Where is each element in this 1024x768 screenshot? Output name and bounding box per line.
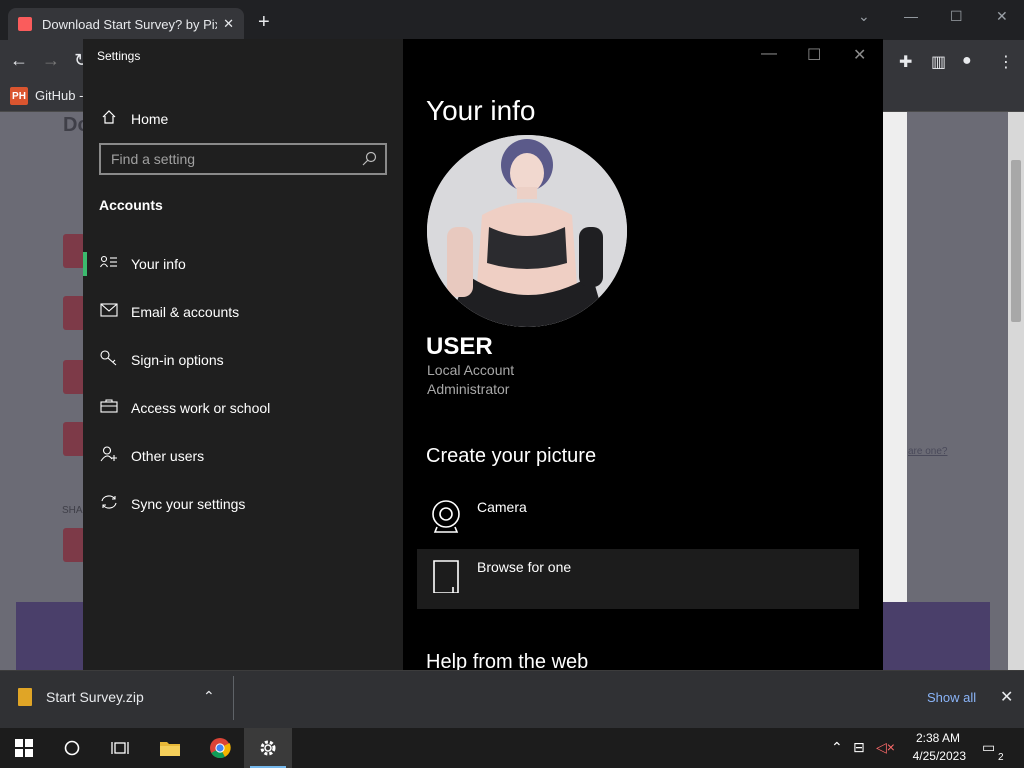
webpage-button[interactable] [63, 360, 85, 394]
settings-maximize-icon[interactable]: ☐ [807, 45, 821, 65]
sidebar-section-accounts: Accounts [99, 197, 163, 213]
webpage-right-panel [883, 112, 907, 670]
volume-muted-icon[interactable]: ◁× [876, 739, 895, 756]
settings-search[interactable] [99, 143, 387, 175]
browse-label: Browse for one [477, 559, 572, 575]
tab-title: Download Start Survey? by Pix [42, 16, 218, 32]
side-panel-icon[interactable]: ▥ [931, 52, 946, 72]
profile-avatar-icon[interactable]: ● [962, 52, 972, 70]
back-arrow-icon[interactable]: ← [10, 50, 28, 71]
webpage-link[interactable]: are one? [908, 446, 947, 457]
search-icon[interactable] [361, 151, 377, 167]
briefcase-icon [99, 398, 119, 418]
cortana-circle-icon[interactable] [48, 728, 96, 768]
forward-arrow-icon[interactable]: → [42, 50, 60, 71]
home-icon [99, 109, 119, 130]
sidebar-item-email-accounts[interactable]: Email & accounts [83, 292, 403, 332]
chevron-up-icon[interactable]: ⌃ [203, 688, 215, 705]
avatar [427, 135, 627, 327]
sidebar-item-label: Email & accounts [131, 304, 240, 320]
mail-icon [99, 302, 119, 322]
sidebar-item-other-users[interactable]: Other users [83, 436, 403, 476]
sidebar-item-label: Your info [131, 256, 186, 272]
tray-chevron-up-icon[interactable]: ⌃ [831, 739, 843, 756]
download-divider [233, 676, 234, 720]
webpage-scroll-thumb[interactable] [1011, 160, 1021, 322]
sidebar-item-label: Sign-in options [131, 352, 224, 368]
settings-gear-icon[interactable] [244, 728, 292, 768]
account-role: Administrator [427, 381, 510, 397]
help-heading: Help from the web [426, 651, 589, 670]
person-card-icon [99, 255, 119, 274]
sync-icon [99, 494, 119, 515]
zip-file-icon [18, 688, 32, 706]
page-title: Your info [426, 95, 536, 126]
tab-search-chevron-icon[interactable]: ⌄ [858, 8, 870, 25]
settings-window-title: Settings [97, 49, 141, 63]
settings-window: Settings Home Accounts Your info [83, 39, 883, 670]
sidebar-item-label: Sync your settings [131, 496, 246, 512]
browser-menu-icon[interactable]: ⋮ [998, 52, 1014, 72]
start-windows-icon[interactable] [0, 728, 48, 768]
camera-option[interactable]: Camera [417, 489, 859, 549]
itch-favicon-icon [18, 17, 32, 31]
browser-tab[interactable]: Download Start Survey? by Pix ✕ [8, 8, 244, 40]
create-picture-heading: Create your picture [426, 445, 597, 467]
producthunt-bookmark-icon: PH [10, 87, 28, 105]
key-icon [99, 349, 119, 371]
sidebar-item-sign-in-options[interactable]: Sign-in options [83, 340, 403, 380]
notification-count-badge: 2 [998, 752, 1004, 763]
sidebar-item-sync-settings[interactable]: Sync your settings [83, 484, 403, 524]
download-file-name[interactable]: Start Survey.zip [46, 689, 144, 705]
tab-close-icon[interactable]: ✕ [223, 16, 234, 32]
settings-search-input[interactable] [109, 150, 361, 168]
document-icon [433, 560, 459, 593]
account-type: Local Account [427, 362, 515, 378]
sidebar-item-home[interactable]: Home [83, 99, 403, 139]
new-tab-icon[interactable]: + [258, 12, 270, 32]
webpage-button[interactable] [63, 234, 85, 268]
sidebar-item-your-info[interactable]: Your info [83, 244, 403, 284]
task-view-icon[interactable] [96, 728, 144, 768]
webpage-button[interactable] [63, 528, 85, 562]
sidebar-item-label: Home [131, 111, 169, 127]
settings-content: — ☐ ✕ Your info USER Local Account Admin… [403, 39, 883, 670]
notification-center-icon[interactable]: ▭ [982, 739, 995, 756]
clock-date[interactable]: 4/25/2023 [900, 749, 966, 763]
sidebar-item-access-work[interactable]: Access work or school [83, 388, 403, 428]
webpage-button[interactable] [63, 296, 85, 330]
settings-minimize-icon[interactable]: — [761, 45, 777, 63]
file-explorer-icon[interactable] [146, 728, 194, 768]
camera-icon [432, 500, 460, 533]
settings-sidebar: Settings Home Accounts Your info [83, 39, 403, 670]
webpage-button[interactable] [63, 422, 85, 456]
browser-maximize-icon[interactable]: ☐ [950, 8, 963, 25]
add-person-icon [99, 445, 119, 467]
camera-label: Camera [477, 499, 527, 515]
browse-option[interactable]: Browse for one [417, 549, 859, 609]
network-icon[interactable]: ⊟ [853, 739, 865, 756]
webpage-small-text: SHA [62, 505, 83, 516]
bookmark-github[interactable]: GitHub - [35, 88, 83, 103]
sidebar-item-label: Other users [131, 448, 205, 464]
browser-minimize-icon[interactable]: — [904, 8, 918, 24]
extensions-puzzle-icon[interactable]: ✚ [899, 52, 912, 72]
browser-close-icon[interactable]: ✕ [996, 8, 1008, 25]
download-bar [0, 670, 1024, 728]
download-close-icon[interactable]: ✕ [1000, 687, 1013, 707]
settings-close-icon[interactable]: ✕ [853, 45, 866, 65]
clock-time[interactable]: 2:38 AM [908, 731, 960, 745]
username: USER [426, 333, 493, 360]
sidebar-item-label: Access work or school [131, 400, 271, 416]
show-all-button[interactable]: Show all [927, 690, 976, 705]
chrome-icon[interactable] [196, 728, 244, 768]
